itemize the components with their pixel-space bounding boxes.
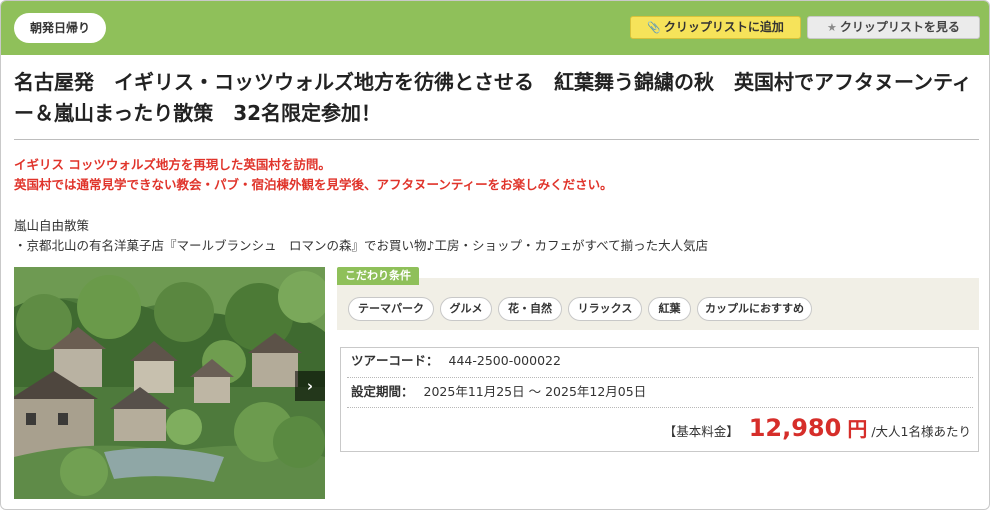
- tour-period-label: 設定期間：: [351, 384, 414, 399]
- tour-description: 嵐山自由散策 ・京都北山の有名洋菓子店『マールブランシュ ロマンの森』でお買い物…: [14, 216, 979, 256]
- paperclip-icon: 📎: [647, 21, 661, 34]
- price-unit: 円: [847, 417, 868, 441]
- condition-chip[interactable]: リラックス: [568, 297, 642, 321]
- header-bar: 朝発日帰り 📎 クリップリストに追加 ★ クリップリストを見る: [1, 1, 989, 55]
- conditions-label: こだわり条件: [337, 267, 419, 285]
- info-separator: [347, 407, 973, 408]
- clip-view-label: クリップリストを見る: [839, 20, 960, 34]
- condition-chip[interactable]: テーマパーク: [348, 297, 434, 321]
- condition-chip[interactable]: 紅葉: [648, 297, 691, 321]
- star-icon: ★: [827, 21, 837, 34]
- condition-chip[interactable]: グルメ: [440, 297, 492, 321]
- tour-title: 名古屋発 イギリス・コッツウォルズ地方を彷彿とさせる 紅葉舞う錦繍の秋 英国村で…: [14, 70, 972, 125]
- tour-card: 朝発日帰り 📎 クリップリストに追加 ★ クリップリストを見る 名古屋発 イギリス・…: [0, 0, 990, 510]
- price-row: 【基本料金】 12,980 円 /大人1名様あたり: [664, 413, 971, 442]
- photo-next-button[interactable]: ›: [295, 371, 325, 401]
- condition-chip[interactable]: カップルにおすすめ: [697, 297, 812, 321]
- price-value: 12,980: [748, 414, 842, 442]
- desc-line: 嵐山自由散策: [14, 218, 90, 233]
- village-photo-illustration: [14, 267, 325, 499]
- price-note: /大人1名様あたり: [871, 424, 971, 439]
- condition-chip[interactable]: 花・自然: [498, 297, 562, 321]
- tour-photo[interactable]: [14, 267, 325, 499]
- tour-type-tag: 朝発日帰り: [14, 13, 107, 43]
- tour-period-value: 2025年11月25日 ～ 2025年12月05日: [423, 384, 647, 399]
- chevron-right-icon: ›: [306, 377, 314, 395]
- lead-line: イギリス コッツウォルズ地方を再現した英国村を訪問。: [14, 157, 331, 172]
- clip-add-button[interactable]: 📎 クリップリストに追加: [630, 16, 801, 39]
- clip-add-label: クリップリストに追加: [663, 20, 784, 34]
- desc-line: ・京都北山の有名洋菓子店『マールブランシュ ロマンの森』でお買い物♪工房・ショッ…: [14, 238, 709, 253]
- clip-view-button[interactable]: ★ クリップリストを見る: [807, 16, 980, 39]
- tour-code-row: ツアーコード： 444-2500-000022: [351, 351, 561, 371]
- tour-code-label: ツアーコード：: [351, 353, 439, 368]
- price-label: 【基本料金】: [663, 424, 739, 439]
- tour-lead: イギリス コッツウォルズ地方を再現した英国村を訪問。 英国村では通常見学できない…: [14, 155, 979, 195]
- tour-code-value: 444-2500-000022: [448, 353, 561, 368]
- title-divider: [14, 139, 979, 140]
- lead-line: 英国村では通常見学できない教会・パブ・宿泊棟外観を見学後、アフタヌーンティーをお…: [14, 177, 613, 192]
- tour-period-row: 設定期間： 2025年11月25日 ～ 2025年12月05日: [351, 382, 646, 402]
- info-separator: [347, 377, 973, 378]
